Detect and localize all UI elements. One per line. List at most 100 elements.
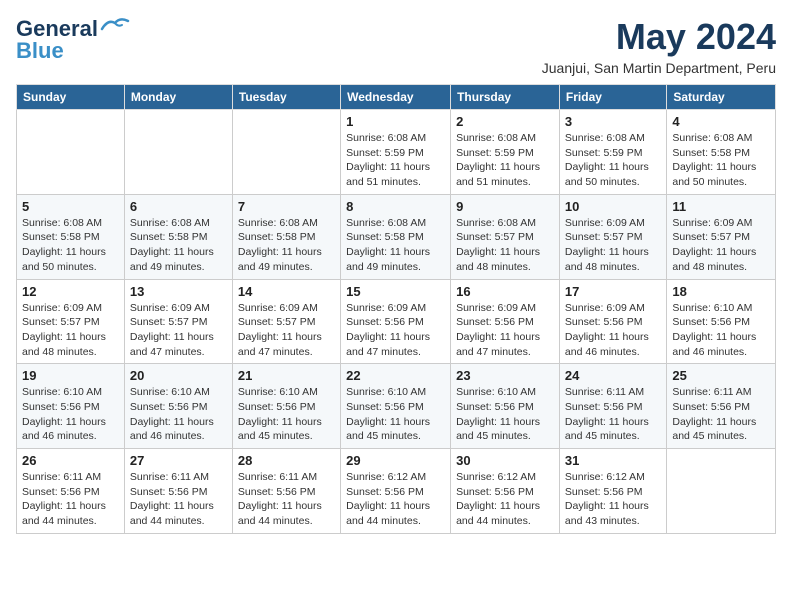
day-number: 22 bbox=[346, 368, 445, 383]
day-number: 15 bbox=[346, 284, 445, 299]
calendar-cell: 1 Sunrise: 6:08 AMSunset: 5:59 PMDaylight… bbox=[341, 110, 451, 195]
day-info: Sunrise: 6:11 AMSunset: 5:56 PMDaylight:… bbox=[238, 470, 335, 529]
day-info: Sunrise: 6:10 AMSunset: 5:56 PMDaylight:… bbox=[672, 301, 770, 360]
weekday-header-monday: Monday bbox=[124, 85, 232, 110]
day-number: 2 bbox=[456, 114, 554, 129]
calendar-cell: 30 Sunrise: 6:12 AMSunset: 5:56 PMDayligh… bbox=[451, 449, 560, 534]
day-number: 5 bbox=[22, 199, 119, 214]
day-info: Sunrise: 6:11 AMSunset: 5:56 PMDaylight:… bbox=[22, 470, 119, 529]
calendar-cell: 9 Sunrise: 6:08 AMSunset: 5:57 PMDaylight… bbox=[451, 194, 560, 279]
day-info: Sunrise: 6:08 AMSunset: 5:58 PMDaylight:… bbox=[238, 216, 335, 275]
calendar-cell: 21Sunrise: 6:10 AMSunset: 5:56 PMDayligh… bbox=[232, 364, 340, 449]
calendar-cell: 23 Sunrise: 6:10 AMSunset: 5:56 PMDayligh… bbox=[451, 364, 560, 449]
logo-text-blue: Blue bbox=[16, 38, 64, 64]
weekday-header-sunday: Sunday bbox=[17, 85, 125, 110]
day-info: Sunrise: 6:09 AMSunset: 5:57 PMDaylight:… bbox=[130, 301, 227, 360]
calendar-cell: 3 Sunrise: 6:08 AMSunset: 5:59 PMDaylight… bbox=[559, 110, 666, 195]
day-number: 13 bbox=[130, 284, 227, 299]
day-number: 20 bbox=[130, 368, 227, 383]
day-number: 1 bbox=[346, 114, 445, 129]
weekday-header-thursday: Thursday bbox=[451, 85, 560, 110]
day-info: Sunrise: 6:09 AMSunset: 5:57 PMDaylight:… bbox=[565, 216, 661, 275]
day-info: Sunrise: 6:10 AMSunset: 5:56 PMDaylight:… bbox=[238, 385, 335, 444]
day-info: Sunrise: 6:08 AMSunset: 5:59 PMDaylight:… bbox=[565, 131, 661, 190]
day-info: Sunrise: 6:08 AMSunset: 5:58 PMDaylight:… bbox=[130, 216, 227, 275]
logo: General Blue bbox=[16, 16, 130, 64]
day-info: Sunrise: 6:11 AMSunset: 5:56 PMDaylight:… bbox=[672, 385, 770, 444]
calendar-cell: 31Sunrise: 6:12 AMSunset: 5:56 PMDayligh… bbox=[559, 449, 666, 534]
day-number: 12 bbox=[22, 284, 119, 299]
day-number: 3 bbox=[565, 114, 661, 129]
day-number: 7 bbox=[238, 199, 335, 214]
day-number: 17 bbox=[565, 284, 661, 299]
day-info: Sunrise: 6:09 AMSunset: 5:57 PMDaylight:… bbox=[238, 301, 335, 360]
calendar-week-row: 12 Sunrise: 6:09 AMSunset: 5:57 PMDayligh… bbox=[17, 279, 776, 364]
calendar-cell: 25Sunrise: 6:11 AMSunset: 5:56 PMDayligh… bbox=[667, 364, 776, 449]
day-number: 28 bbox=[238, 453, 335, 468]
day-number: 6 bbox=[130, 199, 227, 214]
day-info: Sunrise: 6:09 AMSunset: 5:57 PMDaylight:… bbox=[672, 216, 770, 275]
calendar-cell: 5 Sunrise: 6:08 AMSunset: 5:58 PMDaylight… bbox=[17, 194, 125, 279]
calendar-cell: 24Sunrise: 6:11 AMSunset: 5:56 PMDayligh… bbox=[559, 364, 666, 449]
day-number: 29 bbox=[346, 453, 445, 468]
day-number: 19 bbox=[22, 368, 119, 383]
calendar-cell: 29 Sunrise: 6:12 AMSunset: 5:56 PMDayligh… bbox=[341, 449, 451, 534]
day-number: 10 bbox=[565, 199, 661, 214]
day-info: Sunrise: 6:10 AMSunset: 5:56 PMDaylight:… bbox=[346, 385, 445, 444]
day-info: Sunrise: 6:09 AMSunset: 5:57 PMDaylight:… bbox=[22, 301, 119, 360]
calendar-cell bbox=[232, 110, 340, 195]
day-number: 26 bbox=[22, 453, 119, 468]
day-number: 14 bbox=[238, 284, 335, 299]
calendar-cell: 13 Sunrise: 6:09 AMSunset: 5:57 PMDayligh… bbox=[124, 279, 232, 364]
calendar-cell: 4Sunrise: 6:08 AMSunset: 5:58 PMDaylight… bbox=[667, 110, 776, 195]
day-info: Sunrise: 6:08 AMSunset: 5:58 PMDaylight:… bbox=[22, 216, 119, 275]
day-info: Sunrise: 6:12 AMSunset: 5:56 PMDaylight:… bbox=[456, 470, 554, 529]
weekday-header-row: SundayMondayTuesdayWednesdayThursdayFrid… bbox=[17, 85, 776, 110]
page-header: General Blue May 2024 Juanjui, San Marti… bbox=[16, 16, 776, 76]
calendar-week-row: 19 Sunrise: 6:10 AMSunset: 5:56 PMDayligh… bbox=[17, 364, 776, 449]
day-info: Sunrise: 6:10 AMSunset: 5:56 PMDaylight:… bbox=[130, 385, 227, 444]
logo-bird-icon bbox=[100, 15, 130, 37]
day-number: 23 bbox=[456, 368, 554, 383]
calendar-cell: 10 Sunrise: 6:09 AMSunset: 5:57 PMDayligh… bbox=[559, 194, 666, 279]
calendar-cell: 18Sunrise: 6:10 AMSunset: 5:56 PMDayligh… bbox=[667, 279, 776, 364]
day-info: Sunrise: 6:08 AMSunset: 5:59 PMDaylight:… bbox=[456, 131, 554, 190]
calendar-cell bbox=[667, 449, 776, 534]
weekday-header-wednesday: Wednesday bbox=[341, 85, 451, 110]
calendar-cell: 12 Sunrise: 6:09 AMSunset: 5:57 PMDayligh… bbox=[17, 279, 125, 364]
day-info: Sunrise: 6:08 AMSunset: 5:58 PMDaylight:… bbox=[672, 131, 770, 190]
day-info: Sunrise: 6:11 AMSunset: 5:56 PMDaylight:… bbox=[565, 385, 661, 444]
calendar-week-row: 1 Sunrise: 6:08 AMSunset: 5:59 PMDaylight… bbox=[17, 110, 776, 195]
calendar-cell: 17 Sunrise: 6:09 AMSunset: 5:56 PMDayligh… bbox=[559, 279, 666, 364]
day-info: Sunrise: 6:08 AMSunset: 5:57 PMDaylight:… bbox=[456, 216, 554, 275]
calendar-cell: 2 Sunrise: 6:08 AMSunset: 5:59 PMDaylight… bbox=[451, 110, 560, 195]
calendar-cell bbox=[124, 110, 232, 195]
weekday-header-friday: Friday bbox=[559, 85, 666, 110]
day-info: Sunrise: 6:08 AMSunset: 5:59 PMDaylight:… bbox=[346, 131, 445, 190]
calendar-cell: 20 Sunrise: 6:10 AMSunset: 5:56 PMDayligh… bbox=[124, 364, 232, 449]
day-info: Sunrise: 6:08 AMSunset: 5:58 PMDaylight:… bbox=[346, 216, 445, 275]
calendar-week-row: 26 Sunrise: 6:11 AMSunset: 5:56 PMDayligh… bbox=[17, 449, 776, 534]
calendar-table: SundayMondayTuesdayWednesdayThursdayFrid… bbox=[16, 84, 776, 534]
title-area: May 2024 Juanjui, San Martin Department,… bbox=[542, 16, 776, 76]
day-number: 27 bbox=[130, 453, 227, 468]
day-info: Sunrise: 6:09 AMSunset: 5:56 PMDaylight:… bbox=[565, 301, 661, 360]
calendar-cell: 14 Sunrise: 6:09 AMSunset: 5:57 PMDayligh… bbox=[232, 279, 340, 364]
calendar-cell: 6 Sunrise: 6:08 AMSunset: 5:58 PMDaylight… bbox=[124, 194, 232, 279]
calendar-cell: 7 Sunrise: 6:08 AMSunset: 5:58 PMDaylight… bbox=[232, 194, 340, 279]
calendar-cell bbox=[17, 110, 125, 195]
day-info: Sunrise: 6:12 AMSunset: 5:56 PMDaylight:… bbox=[346, 470, 445, 529]
day-number: 16 bbox=[456, 284, 554, 299]
day-info: Sunrise: 6:10 AMSunset: 5:56 PMDaylight:… bbox=[456, 385, 554, 444]
day-number: 30 bbox=[456, 453, 554, 468]
location-subtitle: Juanjui, San Martin Department, Peru bbox=[542, 60, 776, 76]
day-info: Sunrise: 6:11 AMSunset: 5:56 PMDaylight:… bbox=[130, 470, 227, 529]
day-number: 11 bbox=[672, 199, 770, 214]
calendar-cell: 26 Sunrise: 6:11 AMSunset: 5:56 PMDayligh… bbox=[17, 449, 125, 534]
calendar-cell: 11 Sunrise: 6:09 AMSunset: 5:57 PMDayligh… bbox=[667, 194, 776, 279]
calendar-cell: 27 Sunrise: 6:11 AMSunset: 5:56 PMDayligh… bbox=[124, 449, 232, 534]
weekday-header-tuesday: Tuesday bbox=[232, 85, 340, 110]
calendar-cell: 8Sunrise: 6:08 AMSunset: 5:58 PMDaylight… bbox=[341, 194, 451, 279]
day-info: Sunrise: 6:10 AMSunset: 5:56 PMDaylight:… bbox=[22, 385, 119, 444]
day-number: 9 bbox=[456, 199, 554, 214]
